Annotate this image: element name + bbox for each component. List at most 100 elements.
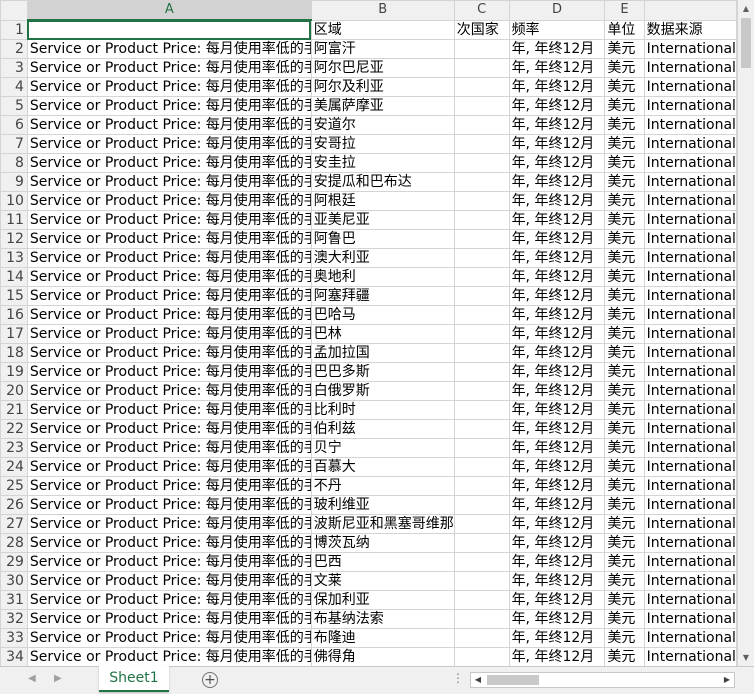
cell[interactable]: Service or Product Price: 每月使用率低的手机: 标准 <box>26 533 312 553</box>
cell[interactable]: 年, 年终12月 <box>508 362 606 382</box>
cell[interactable]: 博茨瓦纳 <box>310 533 455 553</box>
cell[interactable]: 年, 年终12月 <box>508 609 606 629</box>
cell[interactable]: Service or Product Price: 每月使用率低的手机: 标准 <box>26 647 312 666</box>
cell[interactable]: 美元 <box>604 457 645 477</box>
cell[interactable]: International <box>643 210 737 230</box>
cell[interactable]: Service or Product Price: 每月使用率低的手机: 标准 <box>26 628 312 648</box>
cell[interactable]: International <box>643 267 737 287</box>
cell[interactable]: 美元 <box>604 267 645 287</box>
cell[interactable]: International <box>643 286 737 306</box>
cell[interactable] <box>453 419 510 439</box>
cell[interactable] <box>453 172 510 192</box>
cell[interactable]: 贝宁 <box>310 438 455 458</box>
cell[interactable]: 白俄罗斯 <box>310 381 455 401</box>
cell[interactable]: 布隆迪 <box>310 628 455 648</box>
horizontal-scrollbar[interactable]: ◀ ▶ <box>470 672 735 688</box>
cell[interactable]: 亚美尼亚 <box>310 210 455 230</box>
cell[interactable]: 美元 <box>604 476 645 496</box>
cell[interactable] <box>453 514 510 534</box>
cell[interactable]: 年, 年终12月 <box>508 647 606 666</box>
cell[interactable]: International <box>643 609 737 629</box>
cell[interactable]: 年, 年终12月 <box>508 153 606 173</box>
cell[interactable]: 区域 <box>310 19 455 40</box>
cell[interactable]: 美属萨摩亚 <box>310 96 455 116</box>
cell[interactable]: Service or Product Price: 每月使用率低的手机: 标准 <box>26 229 312 249</box>
cell[interactable]: International <box>643 305 737 325</box>
cell[interactable]: 次国家 <box>453 19 510 40</box>
cell[interactable]: Service or Product Price: 每月使用率低的手机: 标准 <box>26 96 312 116</box>
cell[interactable]: 年, 年终12月 <box>508 552 606 572</box>
cell[interactable]: 波斯尼亚和黑塞哥维那 <box>310 514 455 534</box>
cell[interactable]: 孟加拉国 <box>310 343 455 363</box>
cell[interactable]: 阿尔巴尼亚 <box>310 58 455 78</box>
vertical-scroll-thumb[interactable] <box>741 18 751 68</box>
cell[interactable] <box>453 248 510 268</box>
cell[interactable]: Service or Product Price: 每月使用率低的手机: 标准 <box>26 172 312 192</box>
cell[interactable] <box>453 286 510 306</box>
cell[interactable]: 阿鲁巴 <box>310 229 455 249</box>
row-header[interactable]: 6 <box>0 115 28 135</box>
cell[interactable] <box>453 590 510 610</box>
cell[interactable]: 美元 <box>604 286 645 306</box>
cell[interactable]: 美元 <box>604 419 645 439</box>
cell[interactable]: 美元 <box>604 533 645 553</box>
column-header-c[interactable]: C <box>453 0 510 21</box>
row-header[interactable]: 9 <box>0 172 28 192</box>
cell[interactable]: 美元 <box>604 248 645 268</box>
cell[interactable]: Service or Product Price: 每月使用率低的手机: 标准 <box>26 590 312 610</box>
cell[interactable]: International <box>643 457 737 477</box>
cell[interactable]: 频率 <box>508 19 606 40</box>
cell[interactable] <box>453 533 510 553</box>
cell[interactable]: 年, 年终12月 <box>508 267 606 287</box>
row-header[interactable]: 23 <box>0 438 28 458</box>
cell[interactable]: 美元 <box>604 628 645 648</box>
cell[interactable]: 年, 年终12月 <box>508 343 606 363</box>
cell[interactable]: International <box>643 495 737 515</box>
cell[interactable]: 阿尔及利亚 <box>310 77 455 97</box>
cell[interactable] <box>453 647 510 666</box>
cell[interactable]: 美元 <box>604 39 645 59</box>
cell[interactable] <box>453 153 510 173</box>
cell[interactable]: 美元 <box>604 229 645 249</box>
cell[interactable]: 年, 年终12月 <box>508 229 606 249</box>
scroll-right-icon[interactable]: ▶ <box>720 673 734 687</box>
cell[interactable]: 美元 <box>604 134 645 154</box>
cell[interactable] <box>453 381 510 401</box>
cell[interactable]: 玻利维亚 <box>310 495 455 515</box>
tab-splitter-handle[interactable]: ⋮ <box>452 671 464 685</box>
cell[interactable] <box>453 210 510 230</box>
cell[interactable]: Service or Product Price: 每月使用率低的手机: 标准 <box>26 476 312 496</box>
select-all-corner[interactable] <box>0 0 28 21</box>
cell[interactable]: Service or Product Price: 每月使用率低的手机: 标准 <box>26 400 312 420</box>
cell[interactable]: International <box>643 476 737 496</box>
cell[interactable]: 美元 <box>604 590 645 610</box>
cell[interactable]: 保加利亚 <box>310 590 455 610</box>
plus-circle-icon[interactable]: + <box>202 672 218 688</box>
row-header[interactable]: 26 <box>0 495 28 515</box>
cell[interactable] <box>453 495 510 515</box>
cell[interactable] <box>453 39 510 59</box>
cell[interactable]: 美元 <box>604 438 645 458</box>
cell[interactable]: 美元 <box>604 343 645 363</box>
cell[interactable] <box>453 628 510 648</box>
cell[interactable] <box>453 229 510 249</box>
column-header-a[interactable]: A <box>26 0 312 21</box>
row-header[interactable]: 34 <box>0 647 28 666</box>
cell[interactable]: International <box>643 381 737 401</box>
row-header[interactable]: 31 <box>0 590 28 610</box>
row-header[interactable]: 30 <box>0 571 28 591</box>
cell[interactable]: 年, 年终12月 <box>508 305 606 325</box>
cell[interactable]: International <box>643 362 737 382</box>
cell[interactable]: International <box>643 191 737 211</box>
cell[interactable] <box>453 609 510 629</box>
cell[interactable]: 巴林 <box>310 324 455 344</box>
cell[interactable]: 安圭拉 <box>310 153 455 173</box>
row-header[interactable]: 27 <box>0 514 28 534</box>
cell[interactable]: 美元 <box>604 571 645 591</box>
cell[interactable]: 年, 年终12月 <box>508 191 606 211</box>
row-header[interactable]: 22 <box>0 419 28 439</box>
cell[interactable]: 年, 年终12月 <box>508 39 606 59</box>
cell[interactable] <box>453 134 510 154</box>
cell[interactable]: 美元 <box>604 77 645 97</box>
row-header[interactable]: 32 <box>0 609 28 629</box>
